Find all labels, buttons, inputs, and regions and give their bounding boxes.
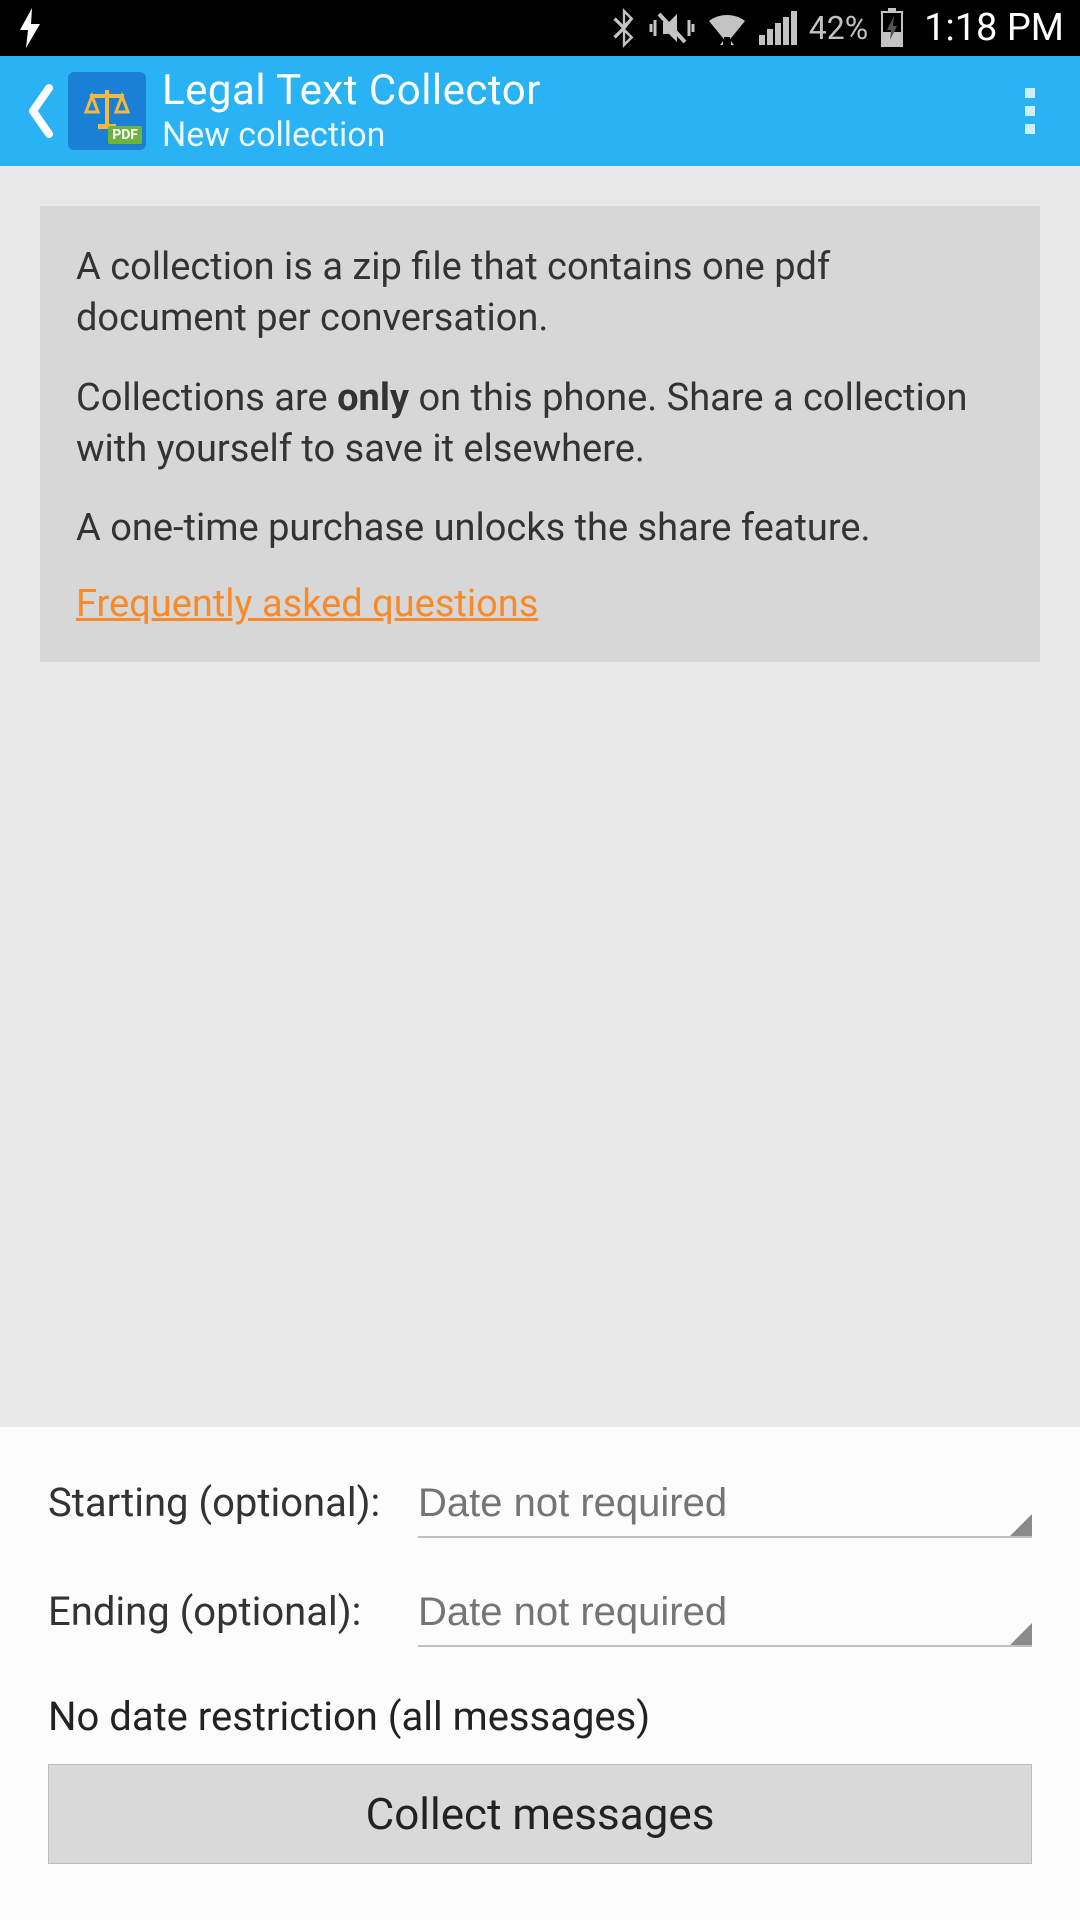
vibrate-mute-icon [649,8,695,48]
app-icon: PDF [68,72,146,150]
pdf-badge: PDF [108,126,142,144]
dropdown-corner-icon [1010,1514,1032,1536]
faq-link[interactable]: Frequently asked questions [76,582,538,626]
dropdown-corner-icon [1010,1623,1032,1645]
content-top: A collection is a zip file that contains… [0,166,1080,702]
back-button[interactable] [20,76,60,146]
info-paragraph-2: Collections are only on this phone. Shar… [76,373,1004,476]
end-date-row: Ending (optional): [48,1584,1032,1647]
end-date-input[interactable] [418,1584,1032,1647]
wifi-icon [707,11,747,45]
info-paragraph-1: A collection is a zip file that contains… [76,242,1004,345]
info-paragraph-3: A one-time purchase unlocks the share fe… [76,503,1004,554]
form-area: Starting (optional): Ending (optional): … [0,1427,1080,1920]
info-card: A collection is a zip file that contains… [40,206,1040,662]
end-date-label: Ending (optional): [48,1588,418,1635]
page-subtitle: New collection [162,116,541,155]
collect-messages-button[interactable]: Collect messages [48,1764,1032,1864]
bluetooth-icon [611,8,637,48]
start-date-input[interactable] [418,1475,1032,1538]
start-date-label: Starting (optional): [48,1479,418,1526]
menu-dot-icon [1025,106,1035,116]
menu-dot-icon [1025,124,1035,134]
menu-dot-icon [1025,88,1035,98]
battery-icon [880,8,904,48]
signal-icon [759,11,797,45]
lightning-icon [16,8,44,48]
date-restriction-text: No date restriction (all messages) [48,1693,1032,1740]
status-bar: 42% 1:18 PM [0,0,1080,56]
app-bar: PDF Legal Text Collector New collection [0,56,1080,166]
battery-percent: 42% [809,9,868,47]
overflow-menu-button[interactable] [1000,81,1060,141]
page-title: Legal Text Collector [162,67,541,115]
start-date-row: Starting (optional): [48,1475,1032,1538]
clock: 1:18 PM [924,6,1064,50]
